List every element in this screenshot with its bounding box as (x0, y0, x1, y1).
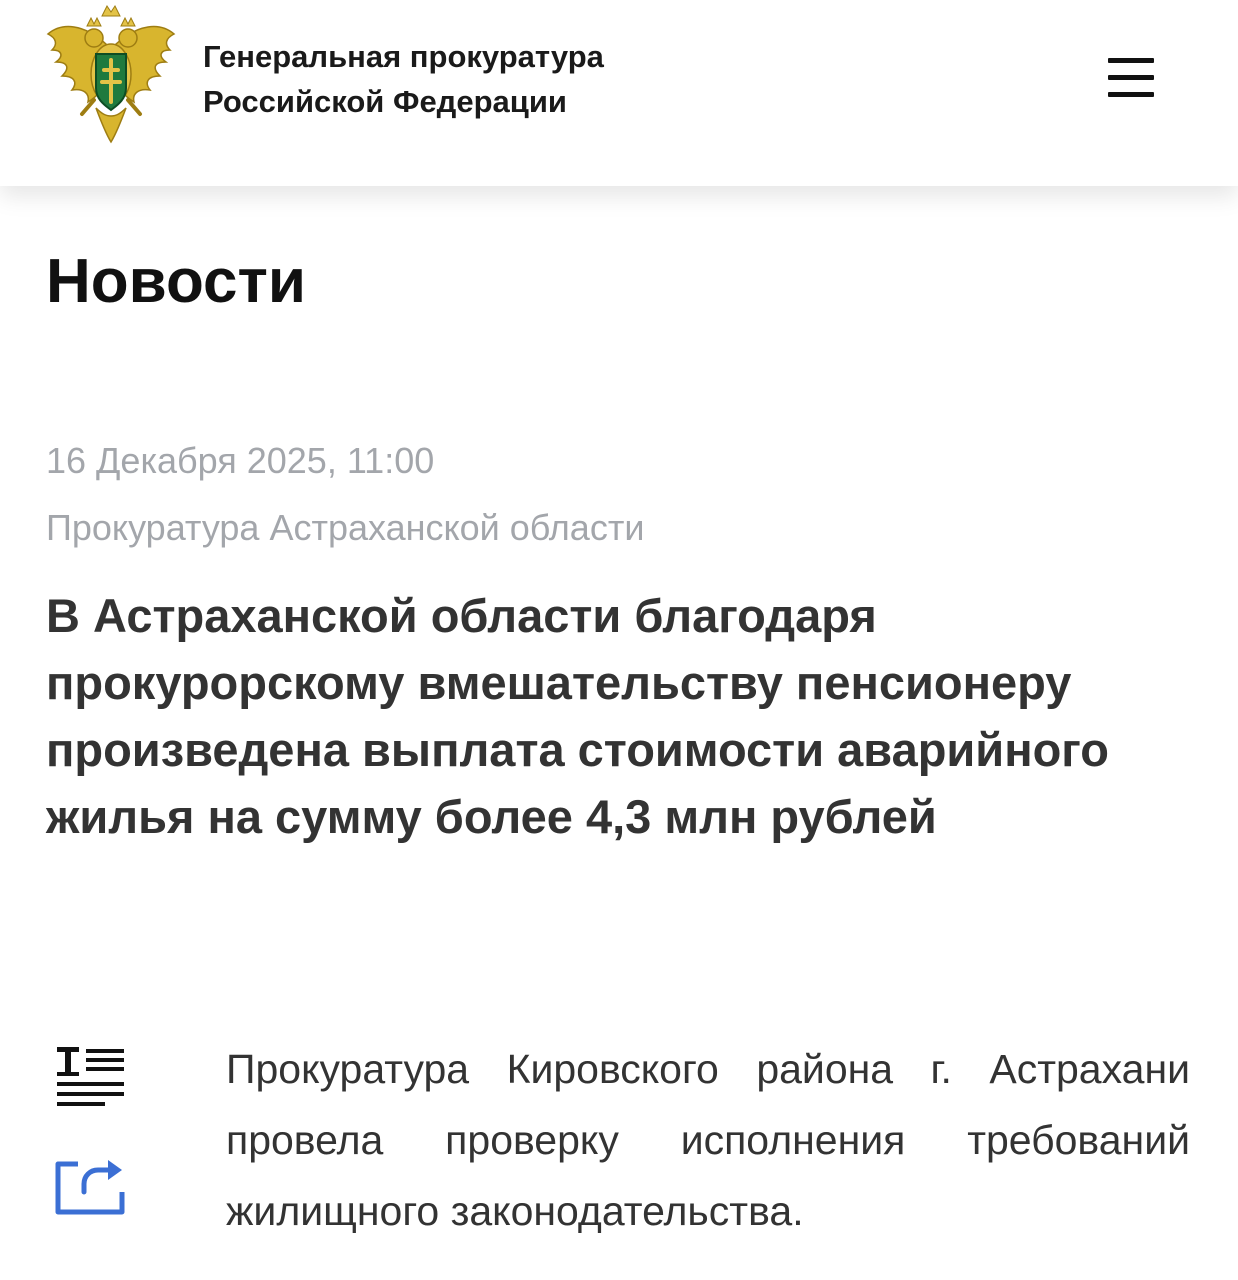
article-source[interactable]: Прокуратура Астраханской области (46, 507, 644, 549)
text-size-icon[interactable] (54, 1044, 126, 1110)
share-icon[interactable] (54, 1152, 126, 1218)
headline-line: жилья на сумму более 4,3 млн рублей (46, 790, 937, 843)
hamburger-menu-icon[interactable] (1100, 52, 1162, 104)
headline-line: В Астраханской области благодаря (46, 589, 877, 642)
headline-line: произведена выплата стоимости аварийного (46, 723, 1109, 776)
organization-name[interactable]: Генеральная прокуратура Российской Федер… (203, 34, 604, 124)
headline-line: прокурорскому вмешательству пенсионеру (46, 656, 1072, 709)
article-headline: В Астраханской области благодаря прокуро… (46, 582, 1206, 850)
article-body: Прокуратура Кировского района г. Астраха… (226, 1046, 1190, 1234)
page-title: Новости (46, 247, 306, 316)
article-date: 16 Декабря 2025, 11:00 (46, 440, 435, 481)
organization-name-line2: Российской Федерации (203, 84, 567, 119)
emblem-icon[interactable] (44, 4, 178, 146)
organization-name-line1: Генеральная прокуратура (203, 39, 604, 74)
site-header: Генеральная прокуратура Российской Федер… (0, 0, 1238, 186)
